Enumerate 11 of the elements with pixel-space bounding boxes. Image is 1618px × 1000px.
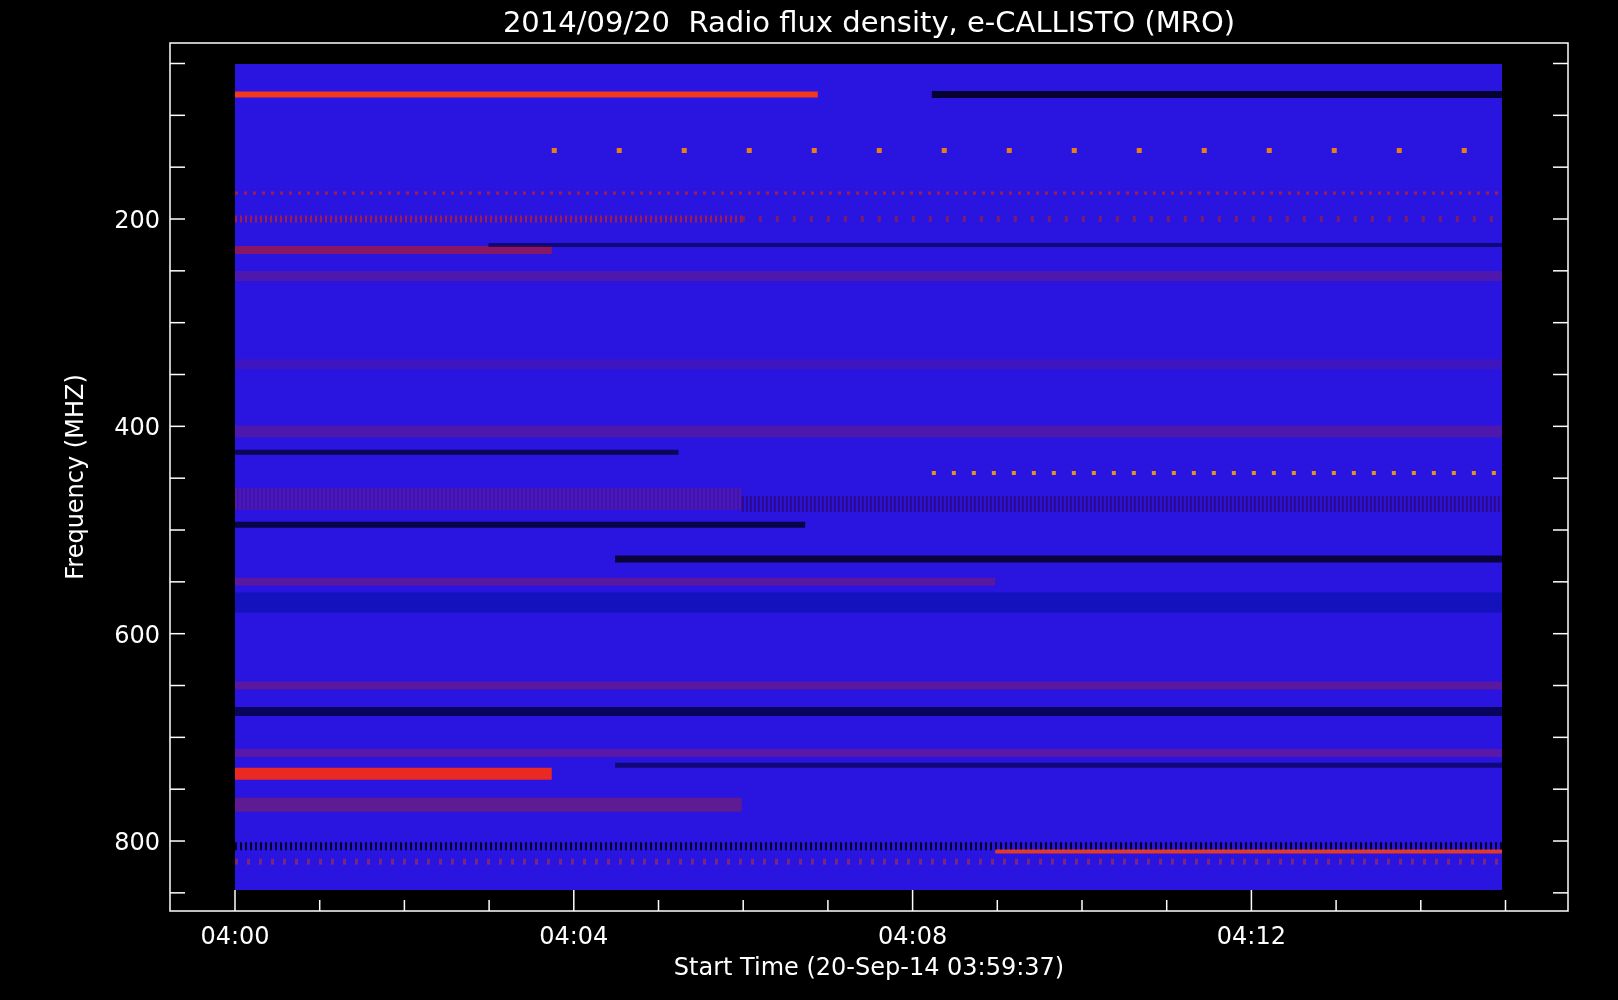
- x-tick-label: 04:08: [878, 922, 948, 950]
- x-tick-label: 04:00: [200, 922, 270, 950]
- y-tick-label: 200: [114, 206, 160, 234]
- y-axis-label: Frequency (MHZ): [61, 374, 89, 580]
- x-tick-label: 04:12: [1216, 922, 1286, 950]
- x-axis-label: Start Time (20-Sep-14 03:59:37): [673, 953, 1065, 981]
- y-tick-label: 600: [114, 620, 160, 649]
- y-tick-label: 400: [114, 413, 160, 442]
- x-tick-label: 04:04: [539, 922, 609, 950]
- y-tick-label: 800: [114, 828, 160, 856]
- chart-title: 2014/09/20 Radio flux density, e-CALLISTO (MRO): [502, 5, 1236, 39]
